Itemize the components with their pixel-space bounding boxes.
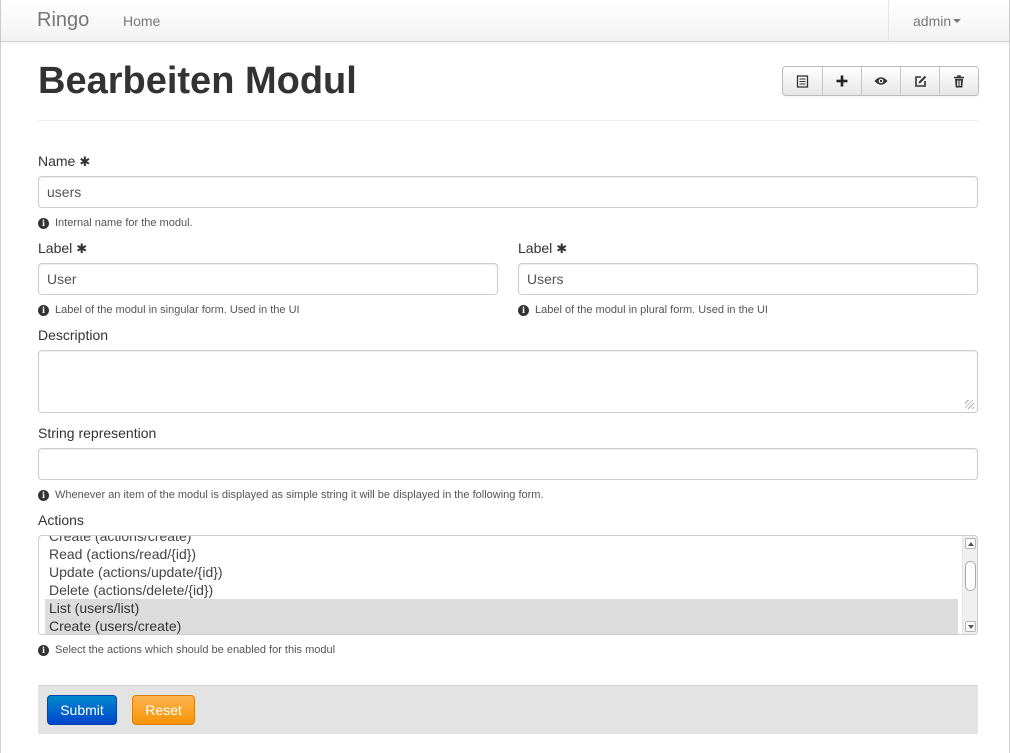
- trash-icon: [953, 74, 965, 88]
- submit-button[interactable]: Submit: [47, 695, 117, 725]
- info-icon: i: [38, 304, 49, 316]
- actions-label: Actions: [38, 512, 84, 528]
- actions-help: i Select the actions which should be enab…: [38, 643, 335, 657]
- label-plural-help-text: Label of the modul in plural form. Used …: [535, 304, 768, 316]
- label-singular-label-text: Label: [38, 240, 73, 256]
- description-label: Description: [38, 327, 109, 343]
- user-name: admin: [913, 13, 952, 29]
- reset-button[interactable]: Reset: [132, 695, 195, 725]
- string-representation-input[interactable]: [38, 448, 978, 480]
- actions-help-text: Select the actions which should be enabl…: [55, 644, 336, 656]
- label-plural-label: Label ✱: [518, 238, 567, 259]
- info-icon: i: [38, 489, 49, 501]
- actions-option-list: Create (actions/create) Read (actions/re…: [45, 536, 958, 634]
- info-icon: i: [38, 217, 49, 229]
- label-singular-help-text: Label of the modul in singular form. Use…: [55, 304, 300, 316]
- view-button[interactable]: [861, 67, 900, 95]
- eye-icon: [874, 76, 888, 86]
- scrollbar-thumb[interactable]: [965, 561, 976, 591]
- list-button[interactable]: [783, 67, 822, 95]
- add-button[interactable]: [822, 67, 861, 95]
- action-option-selected[interactable]: List (users/list): [45, 599, 958, 617]
- edit-icon: [914, 75, 927, 88]
- string-representation-help-text: Whenever an item of the modul is display…: [55, 489, 544, 501]
- description-textarea[interactable]: [38, 350, 978, 413]
- delete-button[interactable]: [939, 67, 978, 95]
- name-help: i Internal name for the modul.: [38, 216, 193, 230]
- actions-multiselect[interactable]: Create (actions/create) Read (actions/re…: [38, 535, 978, 635]
- string-representation-label: String represention: [38, 425, 157, 441]
- action-option-selected[interactable]: Create (users/create): [45, 617, 958, 634]
- label-singular-label: Label ✱: [38, 238, 87, 259]
- required-asterisk-icon: ✱: [556, 241, 568, 256]
- toolbar-button-group: [782, 66, 979, 96]
- brand-link[interactable]: Ringo: [37, 9, 89, 32]
- resize-grip-icon[interactable]: [965, 400, 974, 409]
- label-plural-help: i Label of the modul in plural form. Used…: [518, 303, 768, 317]
- required-asterisk-icon: ✱: [76, 241, 88, 256]
- user-menu-dropdown[interactable]: admin: [888, 0, 1009, 42]
- name-help-text: Internal name for the modul.: [55, 217, 193, 229]
- form-actions-bar: Submit Reset: [38, 685, 978, 734]
- action-option[interactable]: Read (actions/read/{id}): [45, 545, 958, 563]
- action-option[interactable]: Create (actions/create): [45, 536, 958, 545]
- scroll-up-icon[interactable]: [965, 538, 976, 549]
- info-icon: i: [518, 304, 529, 316]
- name-label-text: Name: [38, 153, 76, 169]
- label-singular-help: i Label of the modul in singular form. Us…: [38, 303, 300, 317]
- edit-button[interactable]: [900, 67, 939, 95]
- label-singular-input[interactable]: User: [38, 263, 498, 295]
- action-option[interactable]: Update (actions/update/{id}): [45, 563, 958, 581]
- caret-down-icon: [953, 19, 962, 24]
- plus-icon: [836, 75, 848, 87]
- nav-home-link[interactable]: Home: [111, 0, 172, 42]
- action-option[interactable]: Delete (actions/delete/{id}): [45, 581, 958, 599]
- navbar: Ringo Home admin: [1, 0, 1009, 42]
- actions-scrollbar[interactable]: [962, 536, 977, 634]
- info-icon: i: [38, 644, 49, 656]
- header-divider: [38, 120, 978, 121]
- scroll-down-icon[interactable]: [965, 621, 976, 632]
- page-title: Bearbeiten Modul: [38, 60, 357, 102]
- list-icon: [796, 74, 809, 88]
- label-plural-label-text: Label: [518, 240, 553, 256]
- label-plural-input[interactable]: Users: [518, 263, 978, 295]
- name-input[interactable]: users: [38, 176, 978, 208]
- name-label: Name ✱: [38, 151, 90, 172]
- string-representation-help: i Whenever an item of the modul is displa…: [38, 488, 544, 502]
- required-asterisk-icon: ✱: [79, 154, 91, 169]
